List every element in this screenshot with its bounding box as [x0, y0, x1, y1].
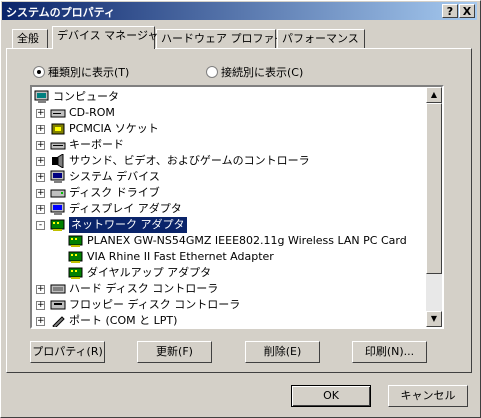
expand-icon[interactable]: + — [36, 205, 45, 214]
keyboard-icon — [50, 138, 66, 152]
tree-item-label: PLANEX GW-NS54GMZ IEEE802.11g Wireless L… — [87, 234, 407, 247]
tree-item-label: ネットワーク アダプタ — [69, 217, 187, 233]
radio-dot — [37, 70, 41, 74]
tree-item-label: フロッピー ディスク コントローラ — [69, 298, 241, 311]
floppy-controller-icon — [50, 298, 66, 312]
tree-item-label: コンピュータ — [53, 90, 119, 103]
tree-item-label: ディスク ドライブ — [69, 186, 160, 199]
tree-item[interactable]: + PCMCIA ソケット — [32, 121, 426, 137]
tree-item[interactable]: + ディスク ドライブ — [32, 185, 426, 201]
network-icon — [68, 266, 84, 280]
title-bar[interactable]: システムのプロパティ ? X — [2, 2, 477, 20]
tree-item-label: VIA Rhine II Fast Ethernet Adapter — [87, 250, 274, 263]
expand-icon[interactable]: + — [36, 317, 45, 326]
properties-button[interactable]: プロパティ(R) — [30, 341, 105, 363]
tab-general[interactable]: 全般 — [12, 29, 48, 48]
print-button[interactable]: 印刷(N)... — [352, 341, 427, 363]
tree-item[interactable]: + ポート (COM と LPT) — [32, 313, 426, 327]
tree-item-label: システム デバイス — [69, 170, 160, 183]
expand-icon[interactable]: + — [36, 173, 45, 182]
expand-icon[interactable]: + — [36, 301, 45, 310]
tree-item[interactable]: + フロッピー ディスク コントローラ — [32, 297, 426, 313]
network-icon — [68, 250, 84, 264]
tree-item-label: PCMCIA ソケット — [69, 122, 159, 135]
tree-item-label: キーボード — [69, 138, 124, 151]
scroll-up-button[interactable]: ▲ — [426, 87, 442, 103]
tab-device-manager[interactable]: デバイス マネージャ — [52, 26, 158, 49]
expand-icon[interactable]: + — [36, 109, 45, 118]
sound-icon — [50, 153, 66, 169]
tree-item-label: CD-ROM — [69, 106, 115, 119]
expand-icon[interactable]: + — [36, 157, 45, 166]
device-tree[interactable]: コンピュータ + CD-ROM + PCMCIA ソケット + キーボード + サウンド、ビデオ… — [30, 85, 444, 329]
remove-button[interactable]: 削除(E) — [245, 341, 320, 363]
system-device-icon — [50, 170, 66, 184]
tree-item[interactable]: コンピュータ — [32, 89, 426, 105]
pcmcia-icon — [50, 122, 66, 136]
port-icon — [50, 314, 66, 327]
computer-icon — [34, 90, 50, 104]
tree-item[interactable]: + ハード ディスク コントローラ — [32, 281, 426, 297]
tree-item[interactable]: + システム デバイス — [32, 169, 426, 185]
display-icon — [50, 202, 66, 216]
tree-item[interactable]: + キーボード — [32, 137, 426, 153]
tree-item[interactable]: - ネットワーク アダプタ — [32, 217, 426, 233]
tree-item-label: ハード ディスク コントローラ — [69, 282, 219, 295]
vertical-scrollbar[interactable]: ▲ ▼ — [426, 87, 442, 327]
ok-button[interactable]: OK — [291, 385, 371, 407]
expand-icon[interactable]: + — [36, 125, 45, 134]
tree-item-label: ダイヤルアップ アダプタ — [87, 266, 212, 279]
tree-item-label: ポート (COM と LPT) — [69, 314, 178, 327]
radio-by-connection-label[interactable]: 接続別に表示(C) — [221, 64, 303, 80]
tree-item[interactable]: + CD-ROM — [32, 105, 426, 121]
cdrom-icon — [50, 106, 66, 120]
scroll-down-button[interactable]: ▼ — [426, 311, 442, 327]
cancel-button[interactable]: キャンセル — [388, 385, 468, 407]
disk-drive-icon — [50, 186, 66, 200]
tree-item[interactable]: ダイヤルアップ アダプタ — [32, 265, 426, 281]
radio-by-type-label[interactable]: 種類別に表示(T) — [48, 64, 129, 80]
tree-item-label: サウンド、ビデオ、およびゲームのコントローラ — [69, 154, 310, 167]
window-title: システムのプロパティ — [6, 6, 116, 19]
radio-by-connection[interactable] — [206, 66, 218, 78]
scroll-thumb[interactable] — [426, 103, 442, 274]
network-icon — [50, 218, 66, 232]
hdd-controller-icon — [50, 282, 66, 296]
close-button[interactable]: X — [459, 4, 475, 18]
tree-item[interactable]: PLANEX GW-NS54GMZ IEEE802.11g Wireless L… — [32, 233, 426, 249]
radio-by-type[interactable] — [33, 66, 45, 78]
tab-performance[interactable]: パフォーマンス — [277, 29, 365, 48]
expand-icon[interactable]: + — [36, 141, 45, 150]
tree-item-label: ディスプレイ アダプタ — [69, 202, 182, 215]
tree-item[interactable]: + サウンド、ビデオ、およびゲームのコントローラ — [32, 153, 426, 169]
expand-icon[interactable]: + — [36, 285, 45, 294]
tab-hardware-profiles[interactable]: ハードウェア プロファイル — [156, 29, 297, 48]
tree-item[interactable]: VIA Rhine II Fast Ethernet Adapter — [32, 249, 426, 265]
help-button[interactable]: ? — [442, 4, 458, 18]
refresh-button[interactable]: 更新(F) — [137, 341, 212, 363]
network-icon — [68, 234, 84, 248]
expand-icon[interactable]: + — [36, 189, 45, 198]
collapse-icon[interactable]: - — [36, 221, 45, 230]
tree-item[interactable]: + ディスプレイ アダプタ — [32, 201, 426, 217]
